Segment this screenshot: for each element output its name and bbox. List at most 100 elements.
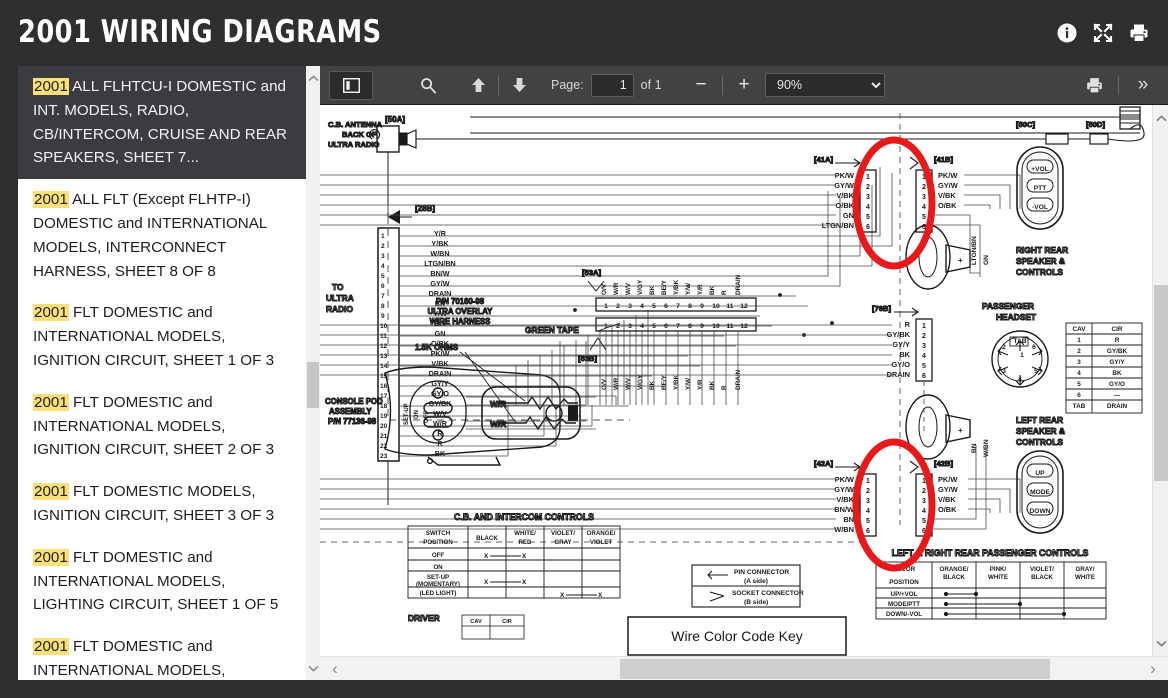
svg-text:ORANGE/: ORANGE/ <box>587 530 616 537</box>
svg-text:BK: BK <box>649 285 656 295</box>
svg-text:RIGHT REAR: RIGHT REAR <box>1016 245 1068 255</box>
sidebar-scrollbar[interactable] <box>306 66 320 680</box>
svg-text:O/V: O/V <box>601 283 608 295</box>
svg-text:X: X <box>484 553 489 560</box>
svg-text:1: 1 <box>1077 337 1081 344</box>
svg-text:[42A]: [42A] <box>814 459 833 468</box>
pdf-scroll-up-button[interactable] <box>1153 107 1168 129</box>
more-tools-button[interactable]: » <box>1130 71 1156 99</box>
svg-text:6: 6 <box>664 323 668 330</box>
zoom-out-button[interactable]: − <box>688 71 714 99</box>
svg-text:SOCKET CONNECTOR: SOCKET CONNECTOR <box>732 590 804 597</box>
svg-text:Y/W: Y/W <box>685 282 692 295</box>
svg-text:TAB: TAB <box>1013 338 1026 345</box>
toolbar-right-group: − + 50%75%90%100%125%150%Automatic ZoomA… <box>688 71 1168 99</box>
svg-text:VIOLET/: VIOLET/ <box>1030 566 1054 573</box>
svg-text:5: 5 <box>922 214 926 221</box>
svg-text:GRAY: GRAY <box>554 539 572 546</box>
svg-text:3: 3 <box>381 253 385 260</box>
search-result-item[interactable]: 2001 FLT DOMESTIC and INTERNATIONAL MODE… <box>18 292 306 381</box>
svg-text:Y/BK: Y/BK <box>431 239 449 248</box>
page-number-input[interactable] <box>590 73 634 97</box>
next-page-button[interactable] <box>506 71 532 99</box>
previous-page-button[interactable] <box>465 71 491 99</box>
pdf-vertical-scroll-thumb[interactable] <box>1154 285 1168 481</box>
svg-text:19: 19 <box>380 413 388 420</box>
svg-text:X: X <box>522 579 527 586</box>
svg-text:-VOL: -VOL <box>1032 204 1048 211</box>
svg-text:2: 2 <box>616 303 620 310</box>
svg-text:BK: BK <box>649 380 656 390</box>
svg-text:DOWN/-VOL: DOWN/-VOL <box>886 611 922 618</box>
sidebar-scroll-up-button[interactable] <box>306 68 320 88</box>
search-result-item[interactable]: 2001 FLT DOMESTIC MODELS, IGNITION CIRCU… <box>18 471 306 537</box>
svg-text:12: 12 <box>740 323 748 330</box>
toolbar-divider-2 <box>722 75 723 95</box>
svg-text:18: 18 <box>380 403 388 410</box>
print-icon[interactable] <box>1128 22 1150 44</box>
search-result-text: FLT DOMESTIC and INTERNATIONAL MODELS, L… <box>33 548 279 614</box>
search-result-text: FLT DOMESTIC and INTERNATIONAL MODELS, I… <box>33 304 275 369</box>
search-result-item[interactable]: 2001 FLT DOMESTIC and INTERNATIONAL MODE… <box>18 537 306 626</box>
svg-text:O/BK: O/BK <box>836 201 855 210</box>
svg-text:5: 5 <box>1077 381 1081 388</box>
svg-text:—: — <box>1114 392 1121 399</box>
pdf-scroll-left-button[interactable]: ‹ <box>320 657 350 681</box>
svg-text:ORANGE/: ORANGE/ <box>940 566 969 573</box>
svg-text:[53A]: [53A] <box>582 268 601 277</box>
svg-text:4: 4 <box>1018 376 1022 383</box>
svg-text:R: R <box>437 439 443 448</box>
search-result-item[interactable]: 2001 ALL FLHTCU-I DOMESTIC and INT. MODE… <box>18 66 306 180</box>
pdf-scroll-right-button[interactable]: › <box>1138 657 1168 681</box>
svg-text:V/BK: V/BK <box>836 191 854 200</box>
pdf-canvas-area[interactable]: C.B. ANTENNA BACK OF ULTRA RADIO [50A] [… <box>320 105 1168 680</box>
search-icon[interactable] <box>415 71 441 99</box>
search-result-text: ALL FLT (Except FLHTP-I) DOMESTIC and IN… <box>33 191 267 280</box>
print-icon[interactable] <box>1081 71 1107 99</box>
sidebar-toggle-button[interactable] <box>329 70 373 100</box>
svg-text:Y/W: Y/W <box>433 309 447 318</box>
pdf-horizontal-scrollbar[interactable]: ‹ › <box>320 656 1168 680</box>
svg-text:GREEN TAPE: GREEN TAPE <box>525 325 579 335</box>
svg-text:11: 11 <box>380 333 387 340</box>
zoom-in-button[interactable]: + <box>731 71 757 99</box>
svg-text:10: 10 <box>380 323 388 330</box>
svg-text:PK/W: PK/W <box>431 349 450 358</box>
svg-text:ULTRA: ULTRA <box>326 293 354 303</box>
svg-text:GY/BK: GY/BK <box>1107 348 1128 355</box>
search-result-item[interactable]: 2001 FLT DOMESTIC and INTERNATIONAL MODE… <box>18 382 306 471</box>
sidebar-scroll-down-button[interactable] <box>306 658 320 678</box>
sidebar-scroll-thumb[interactable] <box>307 362 319 408</box>
search-results-sidebar: 2001 ALL FLHTCU-I DOMESTIC and INT. MODE… <box>18 66 320 680</box>
svg-text:W/R: W/R <box>490 419 506 429</box>
svg-text:CONTROLS: CONTROLS <box>1016 267 1063 277</box>
pdf-viewer: Page: of 1 − + 50%75%90%100%125%150%Auto… <box>320 66 1168 680</box>
zoom-level-select[interactable]: 50%75%90%100%125%150%Automatic ZoomActua… <box>765 73 885 97</box>
svg-text:BK: BK <box>435 299 446 308</box>
search-result-item[interactable]: 2001 FLT DOMESTIC and INTERNATIONAL MODE… <box>18 626 306 680</box>
pdf-scroll-down-button[interactable] <box>1153 632 1168 654</box>
svg-text:LEFT REAR: LEFT REAR <box>1016 415 1063 425</box>
svg-text:BK: BK <box>435 449 446 458</box>
svg-text:DOWN: DOWN <box>1030 508 1051 515</box>
pdf-vertical-scrollbar[interactable] <box>1152 105 1168 656</box>
fullscreen-icon[interactable] <box>1092 22 1114 44</box>
svg-text:20: 20 <box>380 423 388 430</box>
svg-text:2: 2 <box>866 488 870 495</box>
svg-text:W/BN: W/BN <box>983 439 990 457</box>
info-icon[interactable] <box>1056 22 1078 44</box>
pdf-horizontal-scroll-track[interactable] <box>350 658 1138 679</box>
search-result-item[interactable]: 2001 ALL FLT (Except FLHTP-I) DOMESTIC a… <box>18 179 306 292</box>
pdf-horizontal-scroll-thumb[interactable] <box>620 658 1050 679</box>
svg-text:TO: TO <box>332 282 344 292</box>
svg-text:WHITE: WHITE <box>988 574 1008 581</box>
search-results-list[interactable]: 2001 ALL FLHTCU-I DOMESTIC and INT. MODE… <box>18 66 306 680</box>
svg-text:2: 2 <box>922 184 926 191</box>
svg-text:SET-UP: SET-UP <box>427 574 449 581</box>
svg-text:W/V: W/V <box>625 377 632 390</box>
search-term-highlight: 2001 <box>33 483 69 501</box>
svg-text:PIN CONNECTOR: PIN CONNECTOR <box>734 569 789 576</box>
svg-text:[50C]: [50C] <box>1016 120 1035 129</box>
svg-text:VIOLET: VIOLET <box>590 539 613 546</box>
search-term-highlight: 2001 <box>33 638 69 656</box>
